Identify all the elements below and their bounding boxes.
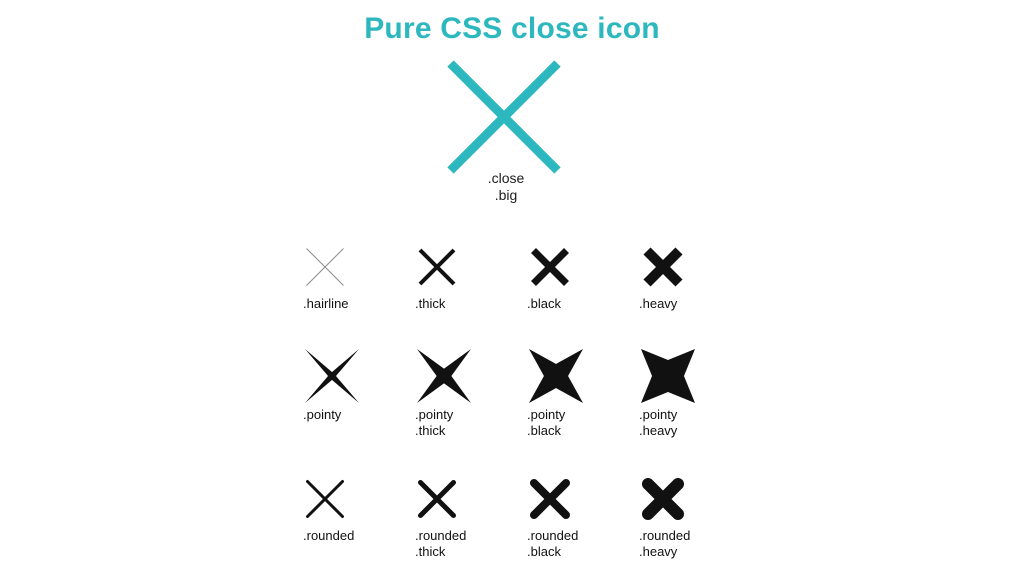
- variant-label-line1: .rounded: [303, 528, 355, 543]
- variant-cell[interactable]: .thick: [415, 238, 527, 312]
- variant-cell[interactable]: .rounded .black: [527, 470, 639, 560]
- variant-label: .rounded .thick: [415, 528, 527, 560]
- variant-label-line1: .rounded: [639, 528, 691, 543]
- variant-icon-slot[interactable]: [639, 238, 751, 296]
- variant-label-line1: .pointy: [527, 407, 566, 422]
- close-icon-big[interactable]: [444, 57, 568, 183]
- variant-label-line2: .black: [527, 544, 561, 559]
- page-title: Pure CSS close icon: [364, 12, 660, 45]
- variant-icon-slot[interactable]: [527, 470, 639, 528]
- variant-label-line1: .rounded: [415, 528, 467, 543]
- variant-label: .heavy: [639, 296, 751, 312]
- variant-label: .rounded .heavy: [639, 528, 751, 560]
- variant-label-line1: .heavy: [639, 296, 678, 311]
- variant-icon-slot[interactable]: [415, 238, 527, 296]
- variant-label-line1: .pointy: [303, 407, 342, 422]
- variant-label-line2: .thick: [415, 544, 446, 559]
- variant-label: .pointy .thick: [415, 407, 527, 439]
- variant-label-line1: .rounded: [527, 528, 579, 543]
- variant-label: .pointy: [303, 407, 415, 423]
- variant-icon-slot[interactable]: [527, 238, 639, 296]
- variant-label: .hairline: [303, 296, 415, 312]
- variant-cell[interactable]: .heavy: [639, 238, 751, 312]
- variant-label-line2: .heavy: [639, 423, 678, 438]
- variant-label: .thick: [415, 296, 527, 312]
- variant-icon-slot[interactable]: [303, 238, 415, 296]
- variant-icon-slot[interactable]: [527, 345, 639, 407]
- variant-cell[interactable]: .hairline: [303, 238, 415, 312]
- variant-label-line1: .pointy: [639, 407, 678, 422]
- close-icon-big-glyph: [447, 60, 561, 174]
- variant-label: .pointy .black: [527, 407, 639, 439]
- variant-icon-slot[interactable]: [639, 470, 751, 528]
- hero-label-line2: .big: [494, 187, 518, 203]
- variant-icon-slot[interactable]: [415, 345, 527, 407]
- hero-label-line1: .close: [487, 170, 525, 186]
- variant-label: .rounded .black: [527, 528, 639, 560]
- variant-label-line2: .heavy: [639, 544, 678, 559]
- variant-label: .pointy .heavy: [639, 407, 751, 439]
- variant-label-line2: .black: [527, 423, 561, 438]
- variant-cell[interactable]: .pointy .black: [527, 345, 639, 439]
- variant-cell[interactable]: .pointy: [303, 345, 415, 423]
- variant-cell[interactable]: .rounded: [303, 470, 415, 544]
- variant-label: .black: [527, 296, 639, 312]
- variant-icon-slot[interactable]: [303, 470, 415, 528]
- variant-label-line1: .pointy: [415, 407, 454, 422]
- variant-cell[interactable]: .pointy .thick: [415, 345, 527, 439]
- variant-label: .rounded: [303, 528, 415, 544]
- variant-cell[interactable]: .rounded .thick: [415, 470, 527, 560]
- variant-icon-slot[interactable]: [639, 345, 751, 407]
- variant-label-line1: .thick: [415, 296, 446, 311]
- variant-cell[interactable]: .rounded .heavy: [639, 470, 751, 560]
- variant-cell[interactable]: .pointy .heavy: [639, 345, 751, 439]
- variant-label-line1: .black: [527, 296, 561, 311]
- variant-cell[interactable]: .black: [527, 238, 639, 312]
- variant-icon-slot[interactable]: [415, 470, 527, 528]
- variant-label-line1: .hairline: [303, 296, 349, 311]
- variant-icon-slot[interactable]: [303, 345, 415, 407]
- variant-label-line2: .thick: [415, 423, 446, 438]
- hero-label: .close .big: [444, 170, 568, 204]
